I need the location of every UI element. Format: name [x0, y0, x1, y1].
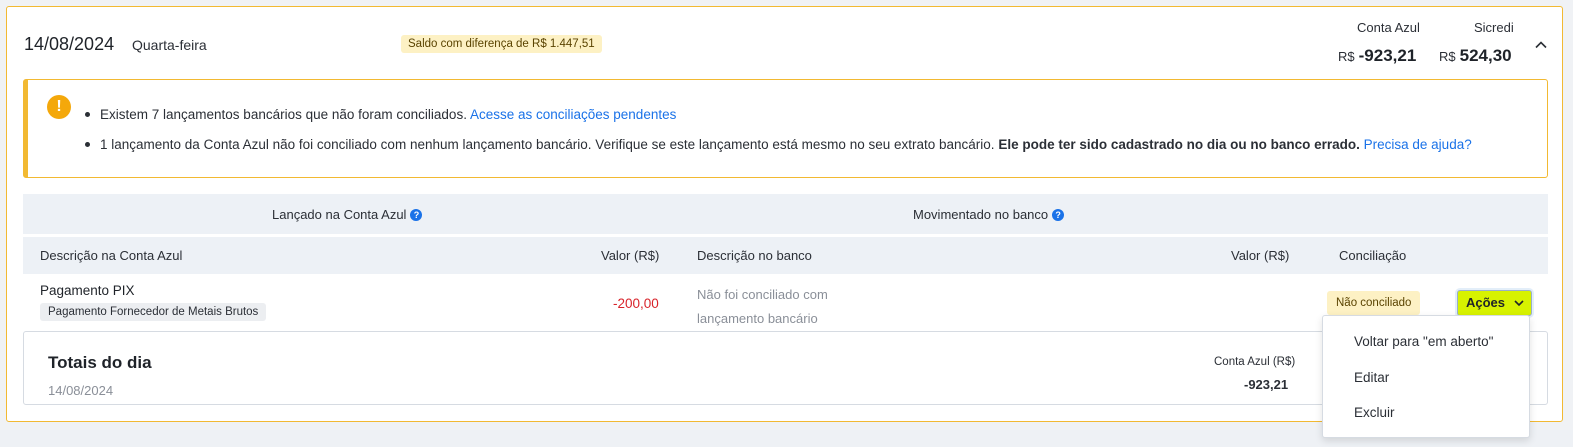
alert-line-unreconciled-entry: 1 lançamento da Conta Azul não foi conci…: [85, 137, 1472, 152]
alert-line1-text: Existem 7 lançamentos bancários que não …: [100, 107, 467, 122]
day-weekday: Quarta-feira: [132, 37, 207, 53]
balance-difference-badge: Saldo com diferença de R$ 1.447,51: [401, 35, 602, 53]
entry-value: -200,00: [613, 296, 659, 311]
table-header: Descrição na Conta Azul Valor (R$) Descr…: [23, 237, 1548, 274]
pending-reconciliations-link[interactable]: Acesse as conciliações pendentes: [470, 107, 676, 122]
sicredi-balance-value: 524,30: [1459, 46, 1512, 65]
sicredi-heading: Sicredi: [1474, 20, 1514, 35]
column-header-value-bank: Valor (R$): [1231, 248, 1290, 263]
day-date: 14/08/2024: [24, 34, 115, 54]
chevron-up-icon[interactable]: [1534, 38, 1548, 52]
alert-line-unreconciled-bank: Existem 7 lançamentos bancários que não …: [85, 107, 676, 122]
entry-category-tag: Pagamento Fornecedor de Metais Brutos: [40, 303, 267, 321]
alert-line2-text: 1 lançamento da Conta Azul não foi conci…: [100, 137, 995, 152]
entry-description: Pagamento PIX: [40, 283, 135, 298]
currency-symbol: R$: [1439, 49, 1456, 64]
pending-reconciliation-alert: ! Existem 7 lançamentos bancários que nã…: [23, 79, 1548, 178]
chevron-down-icon: [1514, 300, 1524, 307]
actions-button[interactable]: Ações: [1457, 290, 1532, 316]
actions-button-label: Ações: [1466, 295, 1506, 310]
bank-description: Não foi conciliado com lançamento bancár…: [697, 287, 828, 326]
conta-azul-heading: Conta Azul: [1357, 20, 1420, 35]
group-header: Lançado na Conta Azul? Movimentado no ba…: [23, 194, 1548, 234]
column-header-description-bank: Descrição no banco: [697, 248, 812, 263]
conta-azul-balance-value: -923,21: [1358, 46, 1417, 65]
alert-line2-bold: Ele pode ter sido cadastrado no dia ou n…: [998, 137, 1360, 152]
status-badge: Não conciliado: [1327, 291, 1421, 315]
help-icon[interactable]: ?: [410, 208, 423, 221]
sicredi-balance: R$ 524,30: [1439, 46, 1512, 66]
column-header-value-conta-azul: Valor (R$): [601, 248, 660, 263]
column-header-reconciliation: Conciliação: [1339, 248, 1407, 263]
totals-conta-azul-value: -923,21: [1244, 377, 1289, 392]
totals-title: Totais do dia: [48, 353, 152, 372]
group-title-bank: Movimentado no banco?: [913, 207, 1065, 222]
group-title-left-label: Lançado na Conta Azul: [272, 207, 407, 222]
totals-conta-azul-label: Conta Azul (R$): [1214, 356, 1296, 368]
warning-icon: !: [47, 95, 71, 119]
help-icon[interactable]: ?: [1052, 208, 1065, 221]
menu-item-edit[interactable]: Editar: [1354, 370, 1389, 385]
bullet: [85, 141, 90, 147]
table-row: Pagamento PIX Pagamento Fornecedor de Me…: [23, 274, 1548, 332]
menu-item-return-to-open[interactable]: Voltar para "em aberto": [1354, 334, 1493, 349]
bullet: [85, 111, 90, 117]
conta-azul-balance: R$ -923,21: [1338, 46, 1416, 66]
group-title-conta-azul: Lançado na Conta Azul?: [272, 207, 423, 222]
menu-item-delete[interactable]: Excluir: [1354, 405, 1395, 420]
group-title-right-label: Movimentado no banco: [913, 207, 1049, 222]
column-header-description-conta-azul: Descrição na Conta Azul: [40, 248, 183, 263]
need-help-link[interactable]: Precisa de ajuda?: [1364, 137, 1472, 152]
totals-date: 14/08/2024: [48, 383, 114, 398]
actions-dropdown-menu: Voltar para "em aberto" Editar Excluir: [1322, 315, 1530, 438]
currency-symbol: R$: [1338, 49, 1355, 64]
day-totals: Totais do dia 14/08/2024 Conta Azul (R$)…: [23, 331, 1548, 405]
